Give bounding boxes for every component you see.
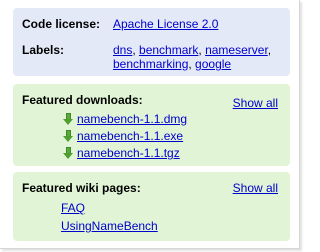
download-item: namebench-1.1.dmg xyxy=(63,112,187,126)
license-link[interactable]: Apache License 2.0 xyxy=(113,17,218,31)
download-link-dmg[interactable]: namebench-1.1.dmg xyxy=(77,112,187,126)
download-item: namebench-1.1.tgz xyxy=(63,146,180,160)
code-license-label: Code license: xyxy=(22,17,101,31)
download-link-tgz[interactable]: namebench-1.1.tgz xyxy=(77,146,180,160)
download-arrow-icon xyxy=(63,146,74,160)
downloads-show-all-link[interactable]: Show all xyxy=(233,96,278,110)
labels-line-1: dns, benchmark, nameserver, xyxy=(113,43,272,57)
wiki-link-usingnamebench[interactable]: UsingNameBench xyxy=(61,219,158,233)
wiki-show-all-link[interactable]: Show all xyxy=(233,181,278,195)
license-box: Code license: Apache License 2.0 Labels:… xyxy=(13,8,290,76)
download-arrow-icon xyxy=(63,129,74,143)
label-link-benchmarking[interactable]: benchmarking xyxy=(113,57,188,71)
label-link-nameserver[interactable]: nameserver xyxy=(205,43,268,57)
download-item: namebench-1.1.exe xyxy=(63,129,183,143)
label-link-google[interactable]: google xyxy=(195,57,231,71)
featured-downloads-heading: Featured downloads: xyxy=(22,93,143,107)
project-sidebar: Code license: Apache License 2.0 Labels:… xyxy=(0,0,300,249)
download-link-exe[interactable]: namebench-1.1.exe xyxy=(77,129,183,143)
label-link-benchmark[interactable]: benchmark xyxy=(139,43,198,57)
wiki-link-faq[interactable]: FAQ xyxy=(61,201,85,215)
featured-wiki-box: Featured wiki pages: Show all FAQ UsingN… xyxy=(13,172,290,241)
labels-label: Labels: xyxy=(22,43,65,57)
featured-downloads-box: Featured downloads: Show all namebench-1… xyxy=(13,84,290,166)
labels-line-2: benchmarking, google xyxy=(113,57,232,71)
label-link-dns[interactable]: dns xyxy=(113,43,132,57)
download-arrow-icon xyxy=(63,112,74,126)
featured-wiki-heading: Featured wiki pages: xyxy=(22,181,141,195)
